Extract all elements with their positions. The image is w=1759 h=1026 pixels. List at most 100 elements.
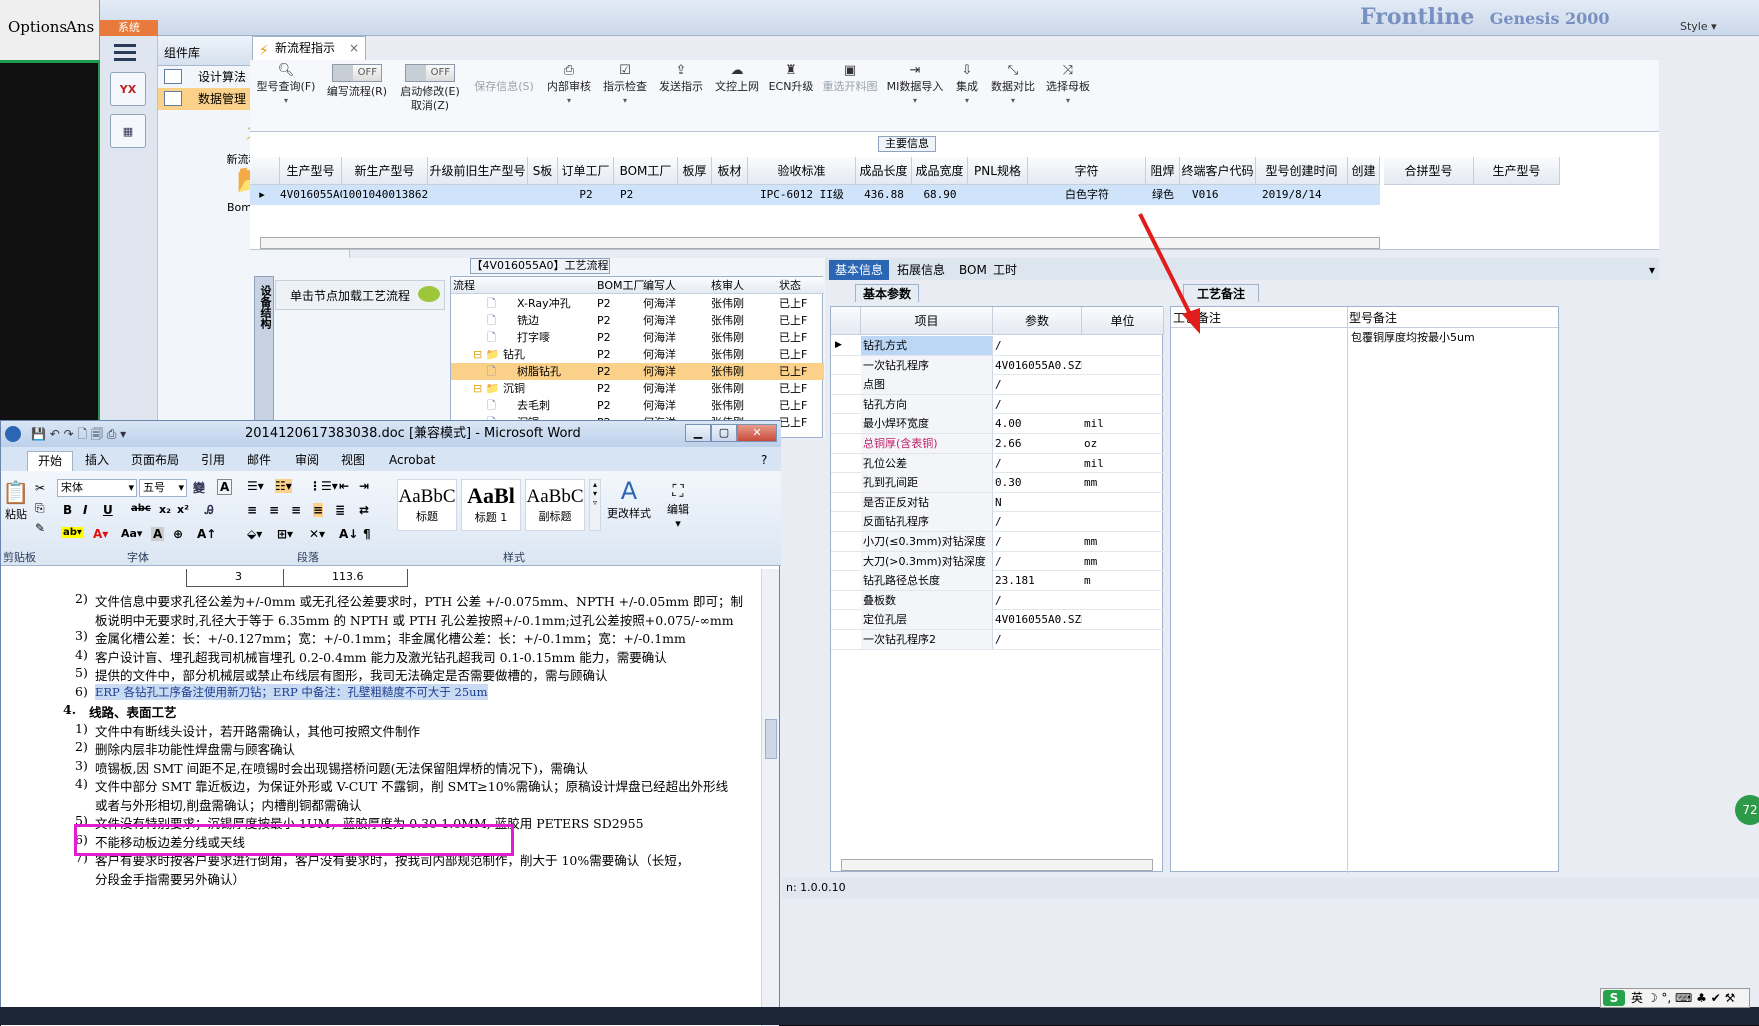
chat-bubble-icon[interactable] [418,286,440,302]
subscript-button[interactable]: x₂ [159,503,171,516]
system-tab[interactable]: 系统 [100,20,158,36]
tab-view[interactable]: 视图 [341,451,365,471]
param-row[interactable]: 定位孔层4V016055A0.SZDWK [831,610,1164,630]
close-icon[interactable]: × [349,37,359,59]
param-row[interactable]: 最小焊环宽度 4.00 mil [831,414,1164,434]
ecn-upgrade-button[interactable]: ♜ ECN升级 [766,64,816,94]
instruction-check-button[interactable]: ☑ 指示检查 ▾ [600,64,650,108]
save-info-button[interactable]: 保存信息(S) [472,64,536,94]
write-process-toggle[interactable]: OFF 编写流程(R) [322,64,392,99]
tab-mailings[interactable]: 邮件 [247,451,271,471]
text-direction-icon[interactable]: ⇄ [359,503,369,517]
tab-work-hours[interactable]: 工时 [987,260,1023,280]
mi-data-import-button[interactable]: ⇥ MI数据导入 ▾ [886,64,944,108]
borders-icon[interactable]: ⊞▾ [277,527,293,541]
col-header[interactable]: 生产型号 [1474,157,1560,185]
col-header[interactable]: 型号创建时间 [1256,157,1348,185]
integrate-button[interactable]: ⇩ 集成 ▾ [950,64,984,108]
enclose-char-icon[interactable]: ⊕ [173,527,183,541]
col-header[interactable]: 项目 [861,307,993,335]
italic-button[interactable]: I [83,503,87,517]
tab-acrobat[interactable]: Acrobat [389,451,435,471]
model-query-button[interactable]: 🔍︎ 型号查询(F) ▾ [254,64,318,108]
param-row[interactable]: 孔到孔间距 0.30 mm [831,473,1164,493]
style-menu[interactable]: Style ▾ [1680,20,1717,33]
shading-icon[interactable]: ⬙▾ [247,527,262,541]
param-row[interactable]: ▶ 钻孔方式 / [831,336,1164,356]
maximize-button[interactable]: ▢ [711,424,737,442]
col-header[interactable]: PNL规格 [968,157,1028,185]
word-document-page[interactable]: 3 113.6 2) 文件信息中要求孔径公差为+/-0mm 或无孔径公差要求时，P… [1,569,761,1026]
horizontal-scrollbar[interactable] [260,237,1380,249]
style-heading1[interactable]: AaBl 标题 1 [461,479,521,531]
param-row[interactable]: 叠板数 / [831,590,1164,611]
tab-extended-info[interactable]: 拓展信息 [891,260,951,280]
tab-basic-info[interactable]: 基本信息 [829,260,890,280]
param-row[interactable]: 一次钻孔程序2/ [831,630,1164,650]
tab-references[interactable]: 引用 [201,451,225,471]
model-remark-text[interactable]: 包覆铜厚度均按最小5um [1351,329,1475,345]
font-color-button[interactable]: A▾ [93,527,108,541]
param-row[interactable]: 总铜厚(含表铜) 2.66 oz [831,434,1164,454]
highlight-color-button[interactable]: ab▾ [61,527,84,538]
param-row[interactable]: 小刀(≤0.3mm)对钻深度 / mm [831,532,1164,552]
process-flow-row[interactable]: 🗋 打字嘜 P2 何海洋 张伟刚 已上F [451,329,824,346]
start-modify-toggle[interactable]: OFF 启动修改(E) 取消(Z) [398,64,462,113]
underline-button[interactable]: U [103,503,113,517]
col-header[interactable]: 字符 [1028,157,1146,185]
process-flow-row[interactable]: ⊟ 📁 钻孔 P2 何海洋 张伟刚 已上F [451,346,824,363]
strikethrough-button[interactable]: abc [131,503,151,514]
clear-format-icon[interactable]: Ꭿ [205,503,214,518]
grow-font-icon[interactable]: A↑ [197,527,216,541]
col-header[interactable]: 阻焊 [1146,157,1180,185]
edit-button[interactable]: ⛶ 编辑 ▾ [661,481,695,530]
help-icon[interactable]: ? [761,451,767,471]
param-row[interactable]: 反面钻孔程序 / [831,512,1164,532]
col-header[interactable]: 新生产型号 [342,157,428,185]
param-row[interactable]: 钻孔路径总长度 23.181 m [831,571,1164,591]
doc-control-online-button[interactable]: ☁ 文控上网 [712,64,762,94]
office-button-icon[interactable] [5,426,21,442]
tab-page-layout[interactable]: 页面布局 [131,451,179,471]
char-shading-icon[interactable]: A [151,527,165,541]
close-button[interactable]: ✕ [737,424,777,442]
phonetic-guide-icon[interactable]: 變 [193,479,205,496]
change-case-button[interactable]: Aa▾ [121,527,142,540]
distribute-icon[interactable]: ≣ [335,503,345,517]
col-header[interactable]: 合拼型号 [1384,157,1474,185]
internal-review-button[interactable]: ⎙ 内部审核 ▾ [544,64,594,108]
data-compare-button[interactable]: ⤡ 数据对比 ▾ [990,64,1036,108]
vertical-scrollbar[interactable] [761,569,779,1026]
sort-icon[interactable]: A↓ [339,527,358,541]
col-header[interactable]: 创建 [1348,157,1380,185]
align-center-icon[interactable]: ≡ [269,503,279,517]
col-header[interactable]: 板材 [712,157,748,185]
send-instruction-button[interactable]: ⇪ 发送指示 [656,64,706,94]
col-header[interactable]: 成品宽度 [912,157,968,185]
decrease-indent-icon[interactable]: ⇤ [339,479,349,493]
param-row[interactable]: 是否正反对钻 N [831,492,1164,513]
horizontal-scrollbar[interactable] [841,859,1153,871]
process-flow-row[interactable]: 🗋 去毛刺 P2 何海洋 张伟刚 已上F [451,397,824,414]
bold-button[interactable]: B [63,503,72,517]
reselect-cutting-image-button[interactable]: ▣ 重选开料图 [820,64,880,94]
char-border-icon[interactable]: A [217,479,233,495]
hamburger-menu-icon[interactable] [114,44,136,62]
calculator-icon[interactable]: ▦ [110,114,146,148]
paste-button[interactable]: 📋 粘贴 [1,481,31,522]
numbering-icon[interactable]: ☷▾ [275,479,292,493]
style-title[interactable]: AaBbC 标题 [397,479,457,531]
show-marks-icon[interactable]: ¶ [363,527,371,541]
quick-access-toolbar[interactable]: 💾 ↶ ↷ 🗋 🗐 ⎙ ▾ [31,421,126,447]
table-row[interactable]: ▸ 4V016055A0 10010400138622 P2 P2 IPC-60… [250,185,1380,205]
tab-new-process-instruction[interactable]: ⚡ 新流程指示 × [252,36,366,60]
param-row[interactable]: 孔位公差 / mil [831,453,1164,474]
floating-badge[interactable]: 72 [1735,795,1759,825]
align-right-icon[interactable]: ≡ [291,503,301,517]
col-header[interactable]: 升级前旧生产型号 [428,157,528,185]
param-row[interactable]: 一次钻孔程序4V016055A0.SZDRL [831,355,1164,376]
tab-basic-params[interactable]: 基本参数 [855,284,919,302]
tab-home[interactable]: 开始 [27,451,73,471]
col-header[interactable]: 终端客户代码 [1180,157,1256,185]
increase-indent-icon[interactable]: ⇥ [359,479,369,493]
